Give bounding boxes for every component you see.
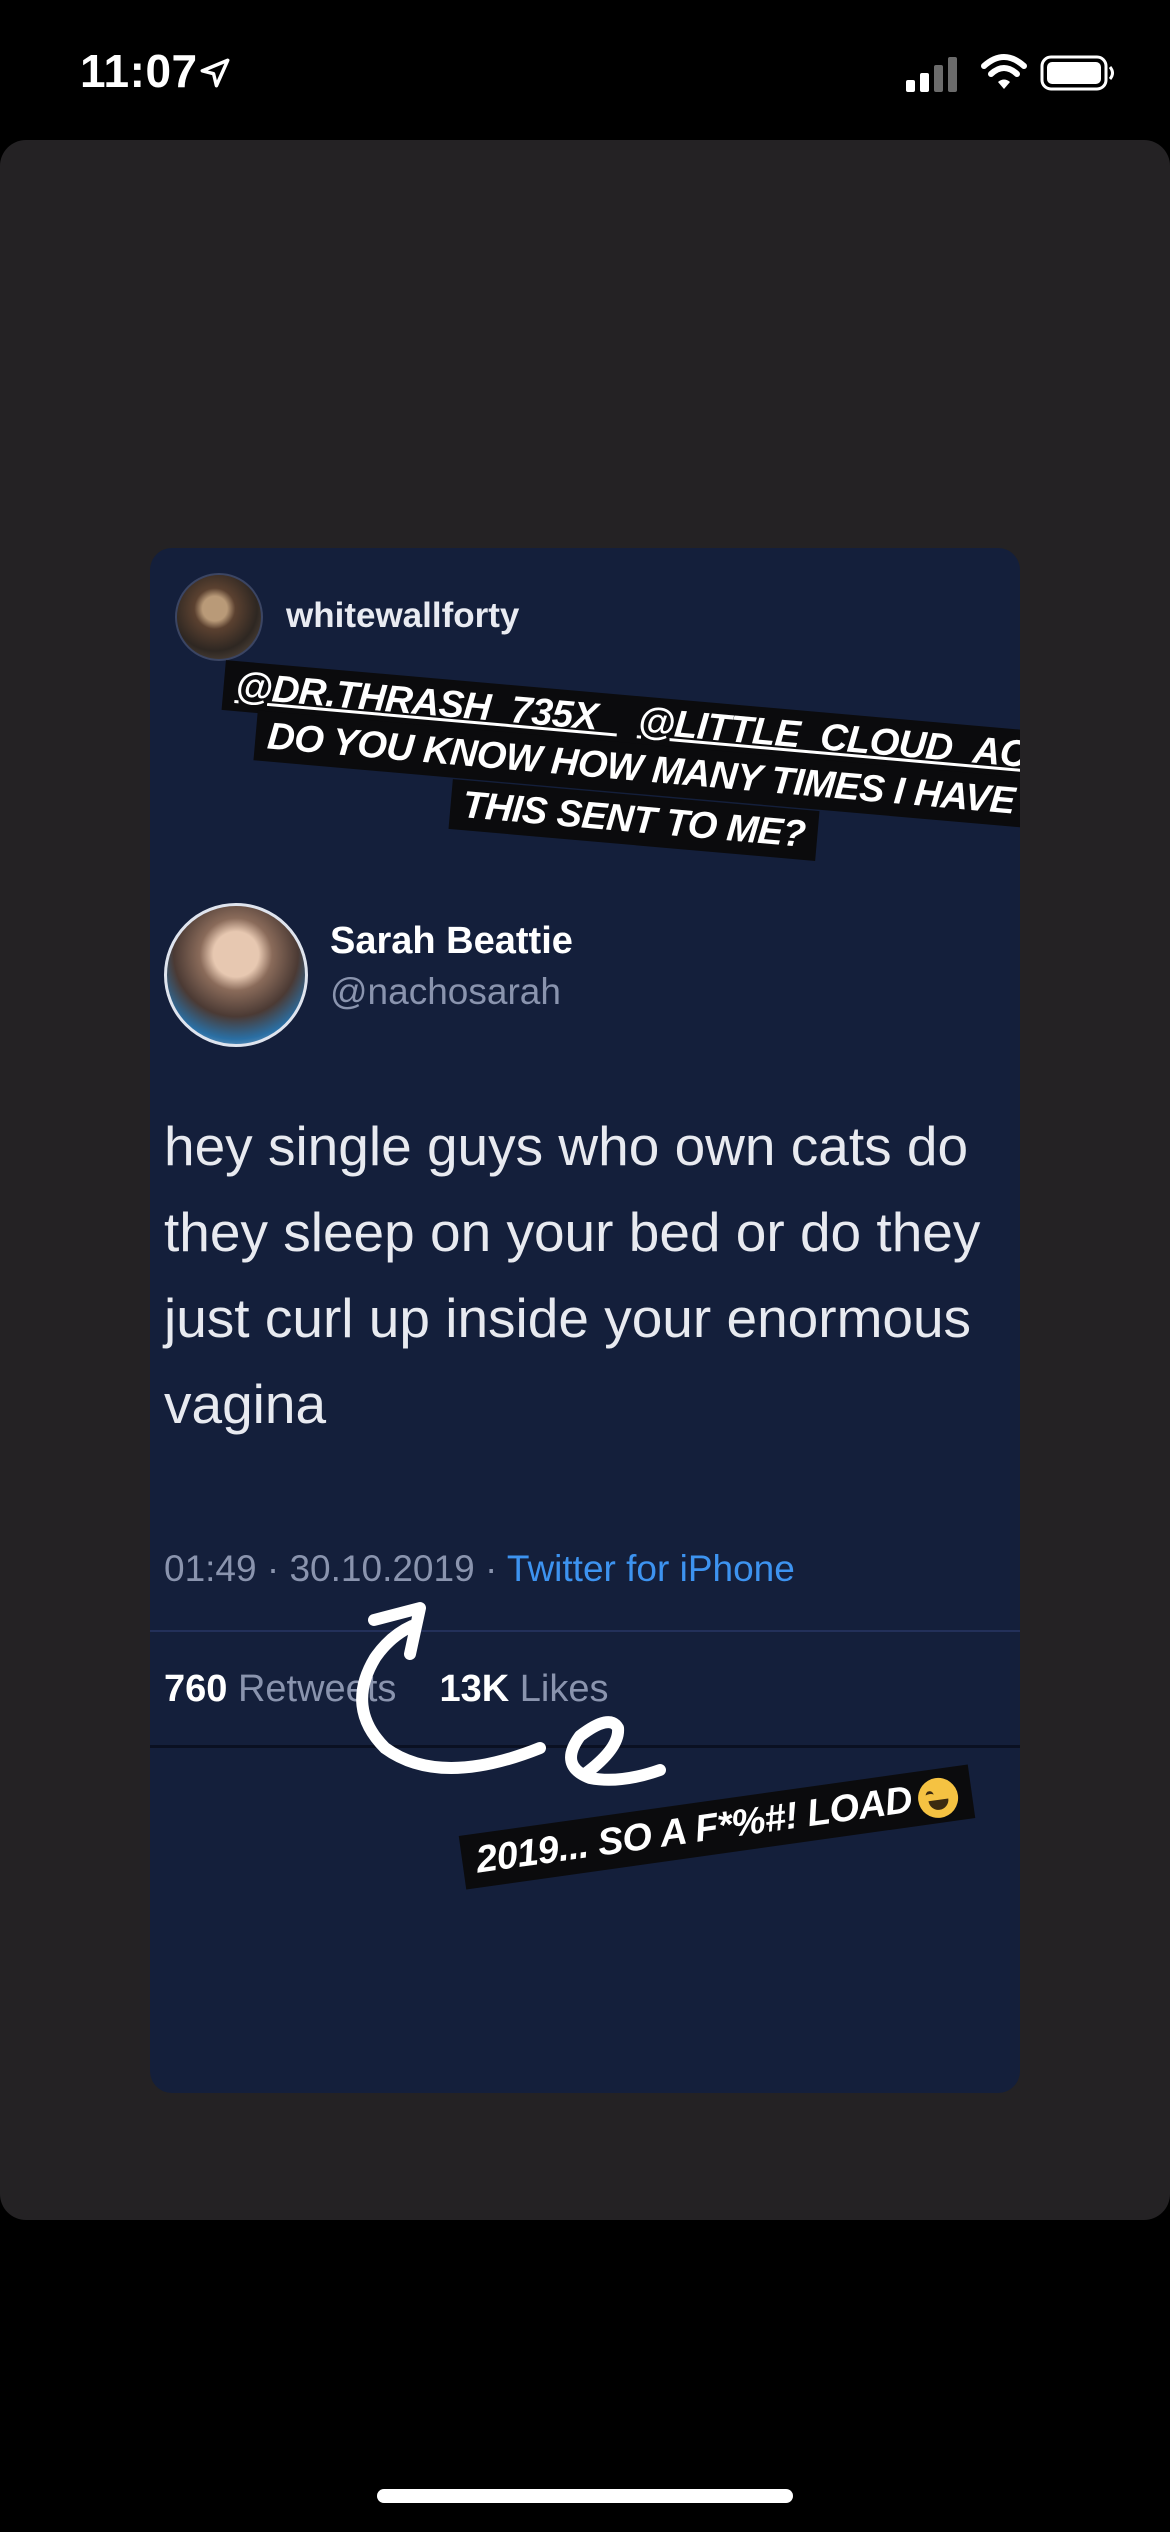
wifi-icon <box>981 54 1027 89</box>
tweet-text: hey single guys who own cats do they sle… <box>164 1115 981 1435</box>
tweet-time: 01:49 <box>164 1548 257 1589</box>
status-bar: 11:07 <box>0 0 1170 140</box>
tweet-meta: 01:49 · 30.10.2019 · Twitter for iPhone <box>164 1548 795 1590</box>
home-indicator[interactable] <box>377 2489 793 2503</box>
status-time: 11:07 <box>80 45 198 97</box>
tweet-screenshot-card: whitewallforty @DR.THRASH_735X_ @LITTLE_… <box>150 548 1020 2093</box>
cellular-signal-icon <box>906 57 957 92</box>
tweet-date: 30.10.2019 <box>289 1548 475 1589</box>
tweet-author-handle: @nachosarah <box>330 971 561 1012</box>
tweet-author-avatar <box>164 903 308 1047</box>
retweets-count: 760 <box>164 1668 228 1710</box>
face-with-tears-of-joy-icon <box>915 1775 961 1821</box>
location-arrow-icon <box>200 58 230 88</box>
story-sheet[interactable]: whitewallforty @DR.THRASH_735X_ @LITTLE_… <box>0 140 1170 2220</box>
tweet-author-name: Sarah Beattie <box>330 920 573 962</box>
tweet-source: Twitter for iPhone <box>506 1548 795 1589</box>
story-user-avatar[interactable] <box>175 573 263 661</box>
story-username[interactable]: whitewallforty <box>286 596 519 636</box>
battery-icon <box>1040 55 1114 91</box>
separator: · <box>266 1548 280 1589</box>
separator: · <box>484 1548 498 1589</box>
